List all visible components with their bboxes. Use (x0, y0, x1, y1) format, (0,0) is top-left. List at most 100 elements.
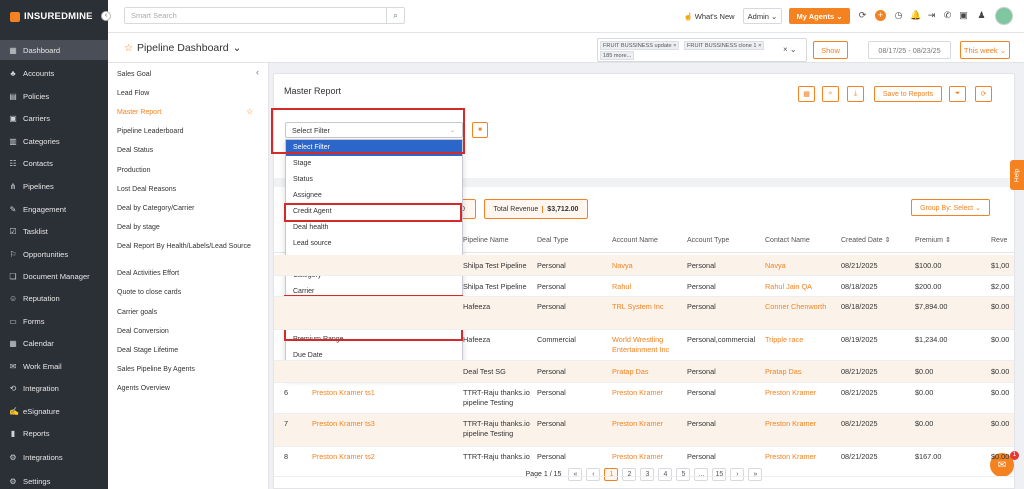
sidebar-item-categories[interactable]: ▥ Categories (0, 131, 108, 151)
report-item[interactable]: Sales Goal (117, 70, 262, 79)
table-cell-account[interactable]: Rahul (612, 282, 682, 292)
more-tags[interactable]: 185 more... (600, 51, 635, 60)
grid-icon[interactable]: ▦ (798, 86, 815, 102)
sidebar-item-integration[interactable]: ⟲ Integration (0, 378, 108, 398)
report-item[interactable]: Deal Report By Health/Labels/Lead Source (117, 242, 262, 251)
report-item[interactable]: Deal by stage (117, 223, 262, 232)
sidebar-item-settings[interactable]: ⚙ Settings (0, 471, 108, 489)
sidebar-item-dashboard[interactable]: ▦ Dashboard (0, 40, 108, 60)
sidebar-item-esignature[interactable]: ✍ eSignature (0, 401, 108, 421)
clear-tags-icon[interactable]: × ⌄ (783, 45, 797, 54)
filter-icon[interactable]: ⏷ (949, 86, 966, 102)
sidebar-item-integrations[interactable]: ⚙ Integrations (0, 447, 108, 467)
table-cell-deal[interactable]: Preston Kramer ts3 (312, 419, 452, 429)
pipeline-tag[interactable]: FRUIT BUSSINESS clone 1 × (684, 41, 765, 50)
column-header[interactable]: Deal Type (537, 229, 568, 253)
my-agents-dropdown[interactable]: My Agents ⌄ (789, 8, 850, 24)
period-dropdown[interactable]: This week ⌄ (960, 41, 1010, 59)
sidebar-item-carriers[interactable]: ▣ Carriers (0, 108, 108, 128)
table-cell-contact[interactable]: Preston Kramer (765, 388, 837, 398)
logout-icon[interactable]: ⇥ (926, 10, 937, 21)
sidebar-item-reports[interactable]: ▮ Reports (0, 423, 108, 443)
sidebar-item-policies[interactable]: ▤ Policies (0, 86, 108, 106)
report-item[interactable]: Agents Overview (117, 384, 262, 393)
sidebar-item-pipelines[interactable]: ⋔ Pipelines (0, 176, 108, 196)
table-cell-account[interactable]: Navya (612, 261, 682, 271)
sidebar-item-engagement[interactable]: ✎ Engagement (0, 199, 108, 219)
show-button[interactable]: Show (813, 41, 848, 59)
filter-option[interactable]: Stage (286, 156, 462, 172)
table-cell-account[interactable]: Preston Kramer (612, 452, 682, 462)
page-title-dropdown[interactable]: ☆ Pipeline Dashboard ⌄ (124, 42, 241, 54)
date-range-field[interactable]: 08/17/25 - 08/23/25 (868, 41, 951, 59)
table-cell-contact[interactable]: Tripple race (765, 335, 837, 345)
report-item[interactable]: Sales Pipeline By Agents (117, 365, 262, 374)
report-item[interactable]: Lost Deal Reasons (117, 185, 262, 194)
filter-option[interactable]: Select Filter (286, 140, 462, 156)
table-cell-contact[interactable]: Pratap Das (765, 367, 837, 377)
table-cell-account[interactable]: Preston Kramer (612, 388, 682, 398)
report-item[interactable]: Quote to close cards (117, 288, 262, 297)
pipeline-tag[interactable]: FRUIT BUSSINESS update × (600, 41, 680, 50)
sidebar-item-forms[interactable]: ▭ Forms (0, 311, 108, 331)
apply-filter-button[interactable]: ■ (472, 122, 488, 138)
filter-option[interactable]: Credit Agent (286, 204, 462, 220)
phone-icon[interactable]: ✆ (942, 10, 953, 21)
column-header[interactable]: Created Date ⇕ (841, 229, 890, 253)
report-item[interactable]: Carrier goals (117, 308, 262, 317)
column-header[interactable]: Premium ⇕ (915, 229, 951, 253)
brand-logo[interactable]: INSUREDMINE (0, 0, 108, 33)
table-cell-account[interactable]: Pratap Das (612, 367, 682, 377)
report-item[interactable]: Deal Activities Effort (117, 269, 262, 278)
column-header[interactable]: Contact Name (765, 229, 810, 253)
device-icon[interactable]: ▣ (958, 10, 969, 21)
sidebar-item-contacts[interactable]: ☷ Contacts (0, 153, 108, 173)
group-by-dropdown[interactable]: Group By: Select ⌄ (911, 199, 990, 216)
table-cell-contact[interactable]: Preston Kramer (765, 452, 837, 462)
report-item[interactable]: Lead Flow (117, 89, 262, 98)
sidebar-item-work-email[interactable]: ✉ Work Email (0, 356, 108, 376)
table-cell-contact[interactable]: Conner Chenworth (765, 302, 837, 312)
pipeline-multiselect[interactable]: FRUIT BUSSINESS update × FRUIT BUSSINESS… (597, 38, 807, 62)
select-filter-dropdown[interactable]: Select Filter ⌄ (285, 122, 463, 138)
report-item[interactable]: Deal Status (117, 146, 262, 155)
column-header[interactable]: Reve (991, 229, 1007, 253)
search-icon[interactable]: ⌕ (386, 8, 404, 23)
filter-option[interactable]: Assignee (286, 188, 462, 204)
table-cell-deal[interactable]: Preston Kramer ts1 (312, 388, 452, 398)
help-tab[interactable]: Help (1010, 160, 1024, 190)
column-header[interactable]: Pipeline Name (463, 229, 509, 253)
download-icon[interactable]: ⤓ (847, 86, 864, 102)
report-item[interactable]: Pipeline Leaderboard (117, 127, 262, 136)
sidebar-item-accounts[interactable]: ♣ Accounts (0, 63, 108, 83)
report-item[interactable]: Master Report (117, 108, 262, 117)
sidebar-item-opportunities[interactable]: ⚐ Opportunities (0, 244, 108, 264)
filter-option[interactable]: Status (286, 172, 462, 188)
reset-icon[interactable]: ⟳ (975, 86, 992, 102)
avatar[interactable] (995, 7, 1013, 25)
search-input[interactable]: Smart Search ⌕ (124, 7, 405, 24)
whats-new-link[interactable]: ☝ What's New (680, 8, 738, 24)
sidebar-item-reputation[interactable]: ☺ Reputation (0, 288, 108, 308)
save-to-reports-button[interactable]: Save to Reports (874, 86, 942, 102)
table-cell-account[interactable]: TRL System Inc (612, 302, 682, 312)
sidebar-item-document-manager[interactable]: ❏ Document Manager (0, 266, 108, 286)
refresh-icon[interactable]: ⟳ (857, 10, 868, 21)
search-icon[interactable]: ⌕ (822, 86, 839, 102)
star-icon[interactable]: ☆ (124, 43, 133, 54)
sidebar-collapse-button[interactable]: ‹ (101, 11, 111, 21)
filter-option[interactable]: Lead source (286, 236, 462, 252)
column-header[interactable]: Account Type (687, 229, 729, 253)
table-cell-account[interactable]: World Wrestling Entertainment Inc (612, 335, 682, 354)
user-icon[interactable]: ♟ (976, 10, 987, 21)
table-cell-contact[interactable]: Navya (765, 261, 837, 271)
filter-option[interactable]: Deal health (286, 220, 462, 236)
add-icon[interactable]: + (875, 10, 886, 21)
report-item[interactable]: Deal Stage Lifetime (117, 346, 262, 355)
report-item[interactable]: Production (117, 166, 262, 175)
sidebar-item-calendar[interactable]: ▦ Calendar (0, 333, 108, 353)
table-cell-deal[interactable]: Preston Kramer ts2 (312, 452, 452, 462)
bell-icon[interactable]: 🔔 (910, 10, 921, 21)
sidebar-item-tasklist[interactable]: ☑ Tasklist (0, 221, 108, 241)
clock-icon[interactable]: ◷ (893, 10, 904, 21)
